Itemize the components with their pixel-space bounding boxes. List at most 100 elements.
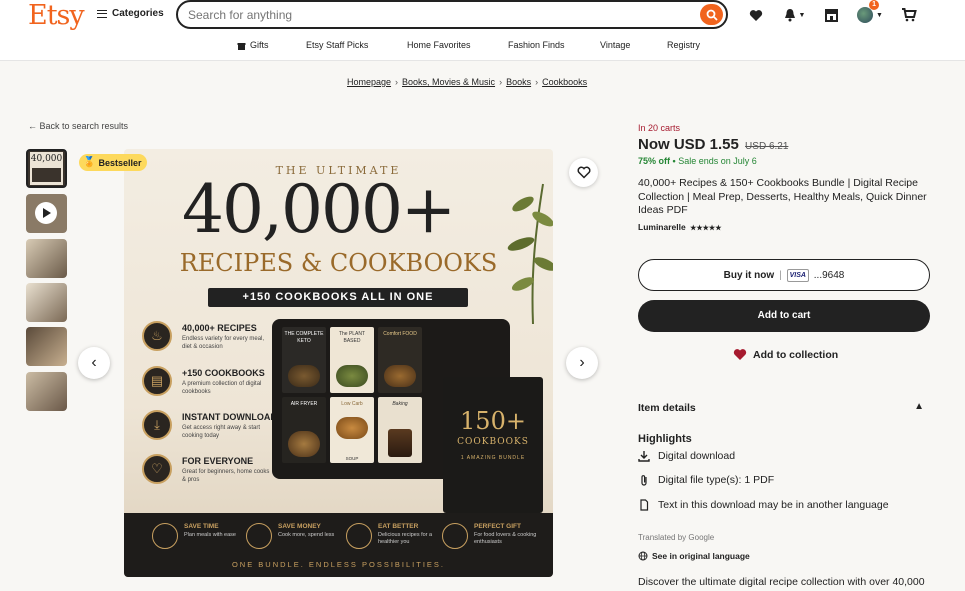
product-main-image: THE ULTIMATE 40,000+ RECIPES & COOKBOOKS… xyxy=(124,149,553,577)
image-subtitle: RECIPES & COOKBOOKS xyxy=(179,249,498,277)
cookbook-title: Comfort FOOD xyxy=(383,331,417,337)
cookbook-title: THE COMPLETE KETO xyxy=(284,331,324,344)
visa-card-icon: VISA xyxy=(786,268,809,282)
thumbnail[interactable] xyxy=(26,372,67,411)
bottom-feature: SAVE TIME Plan meals with ease xyxy=(152,523,252,553)
category-nav: Gifts Etsy Staff Picks Home Favorites Fa… xyxy=(0,31,965,61)
categories-button[interactable]: Categories xyxy=(97,8,164,19)
sale-info: 75% off • Sale ends on July 6 xyxy=(638,156,757,166)
nav-item-registry[interactable]: Registry xyxy=(667,40,700,50)
nav-item-home-favorites[interactable]: Home Favorites xyxy=(407,40,471,50)
chevron-left-icon: ‹ xyxy=(91,354,97,371)
menu-icon xyxy=(97,9,107,18)
feature-desc: A premium collection of digital cookbook… xyxy=(182,381,262,395)
previous-image-button[interactable]: ‹ xyxy=(78,347,110,379)
shop-manager-button[interactable] xyxy=(823,6,839,24)
etsy-logo[interactable]: Etsy xyxy=(28,0,85,31)
breadcrumb: Homepage › Books, Movies & Music › Books… xyxy=(347,77,587,87)
search-bar xyxy=(176,0,728,29)
breadcrumb-link[interactable]: Books, Movies & Music xyxy=(402,77,495,87)
categories-label: Categories xyxy=(112,8,164,19)
breadcrumb-link[interactable]: Cookbooks xyxy=(542,77,587,87)
bestseller-badge: 🏅 Bestseller xyxy=(79,154,148,171)
image-tagline: ONE BUNDLE. ENDLESS POSSIBILITIES. xyxy=(231,560,446,569)
avatar: 1 xyxy=(857,0,880,23)
chevron-up-icon: ▲ xyxy=(914,401,924,412)
heart-outline-icon xyxy=(577,166,590,179)
bell-icon xyxy=(784,9,795,22)
cookbook-cover: The PLANT BASED xyxy=(330,327,374,393)
play-icon xyxy=(35,202,57,224)
gift-icon xyxy=(442,523,468,549)
thumbnail[interactable] xyxy=(26,239,67,278)
cookbook-title: AIR FRYER xyxy=(290,401,318,407)
thumbnail[interactable] xyxy=(26,283,67,322)
paperclip-icon xyxy=(641,475,647,486)
see-original-label: See in original language xyxy=(652,551,750,561)
nav-item-staff-picks[interactable]: Etsy Staff Picks xyxy=(306,40,368,50)
piggy-bank-icon xyxy=(246,523,272,549)
bottom-feature-desc: Plan meals with ease xyxy=(184,532,236,538)
cookbook-cover: Baking xyxy=(378,397,422,463)
document-icon xyxy=(640,499,649,511)
feature-desc: Great for beginners, home cooks & pros xyxy=(182,469,270,483)
bottom-feature-desc: Cook more, spend less xyxy=(278,532,335,538)
video-thumbnail[interactable] xyxy=(26,194,67,233)
highlight-text: Text in this download may be in another … xyxy=(658,499,889,511)
favorites-button[interactable] xyxy=(748,6,764,24)
bottom-feature-title: SAVE MONEY xyxy=(278,523,321,530)
search-input[interactable] xyxy=(188,8,688,22)
black-cookbook: 150+ COOKBOOKS 1 AMAZING BUNDLE xyxy=(443,377,543,513)
gift-icon xyxy=(237,42,246,50)
see-original-language-link[interactable]: See in original language xyxy=(638,551,750,561)
bottom-feature-desc: For food lovers & cooking enthusiasts xyxy=(474,532,537,545)
bottom-feature-desc: Delicious recipes for a healthier you xyxy=(378,532,433,545)
nav-item-label: Gifts xyxy=(250,40,269,50)
chevron-down-icon: ▼ xyxy=(876,11,883,19)
price-original: USD 6.21 xyxy=(745,141,789,152)
black-book-number: 150+ xyxy=(460,407,526,435)
heart-icon xyxy=(733,349,747,360)
card-last4: ...9648 xyxy=(813,269,845,281)
back-label: Back to search results xyxy=(39,121,129,131)
back-to-results-link[interactable]: ← Back to search results xyxy=(28,121,128,131)
image-bottom-band: SAVE TIME Plan meals with ease SAVE MONE… xyxy=(124,513,553,577)
feature-title: 40,000+ RECIPES xyxy=(182,323,257,333)
add-to-cart-button[interactable]: Add to cart xyxy=(638,300,930,332)
discount-label: 75% off xyxy=(638,156,671,166)
black-book-sub: 1 AMAZING BUNDLE xyxy=(460,455,526,461)
book-icon: ▤ xyxy=(142,366,172,396)
nav-item-vintage[interactable]: Vintage xyxy=(600,40,630,50)
thumbnail[interactable] xyxy=(26,327,67,366)
shop-name-link[interactable]: Luminarelle xyxy=(638,222,686,232)
breadcrumb-link[interactable]: Homepage xyxy=(347,77,391,87)
search-button[interactable] xyxy=(700,4,723,25)
cookbook-cover: Comfort FOOD xyxy=(378,327,422,393)
nav-item-gifts[interactable]: Gifts xyxy=(237,40,269,50)
notifications-button[interactable]: ▼ xyxy=(780,6,808,24)
shop-icon xyxy=(824,9,838,22)
bottom-feature: PERFECT GIFT For food lovers & cooking e… xyxy=(442,523,542,553)
item-details-toggle[interactable]: Item details ▲ xyxy=(638,401,930,414)
add-to-collection-button[interactable]: Add to collection xyxy=(733,348,838,361)
product-title: 40,000+ Recipes & 150+ Cookbooks Bundle … xyxy=(638,177,927,216)
account-button[interactable]: 1 ▼ xyxy=(856,0,884,24)
buy-now-button[interactable]: Buy it now | VISA ...9648 xyxy=(638,259,930,291)
shop-info: Luminarelle ★★★★★ xyxy=(638,222,721,232)
chef-hat-icon: ♨ xyxy=(142,321,172,351)
chevron-right-icon: › xyxy=(499,77,503,87)
breadcrumb-link[interactable]: Books xyxy=(506,77,531,87)
favorite-item-button[interactable] xyxy=(569,158,598,187)
cookbook-cover: Low Carb SOUP xyxy=(330,397,374,463)
nav-item-fashion-finds[interactable]: Fashion Finds xyxy=(508,40,565,50)
leaf-icon xyxy=(152,523,178,549)
next-image-button[interactable]: › xyxy=(566,347,598,379)
image-big-number: 40,000+ xyxy=(182,171,456,248)
thumbnail[interactable]: 40,000 xyxy=(26,149,67,188)
in-carts-label: In 20 carts xyxy=(638,123,681,133)
highlight-item: Digital file type(s): 1 PDF xyxy=(638,474,774,486)
image-feature: ♨ 40,000+ RECIPES Endless variety for ev… xyxy=(142,321,264,355)
cart-button[interactable] xyxy=(900,6,918,24)
highlight-text: Digital file type(s): 1 PDF xyxy=(658,474,775,486)
item-details-label: Item details xyxy=(638,402,696,414)
